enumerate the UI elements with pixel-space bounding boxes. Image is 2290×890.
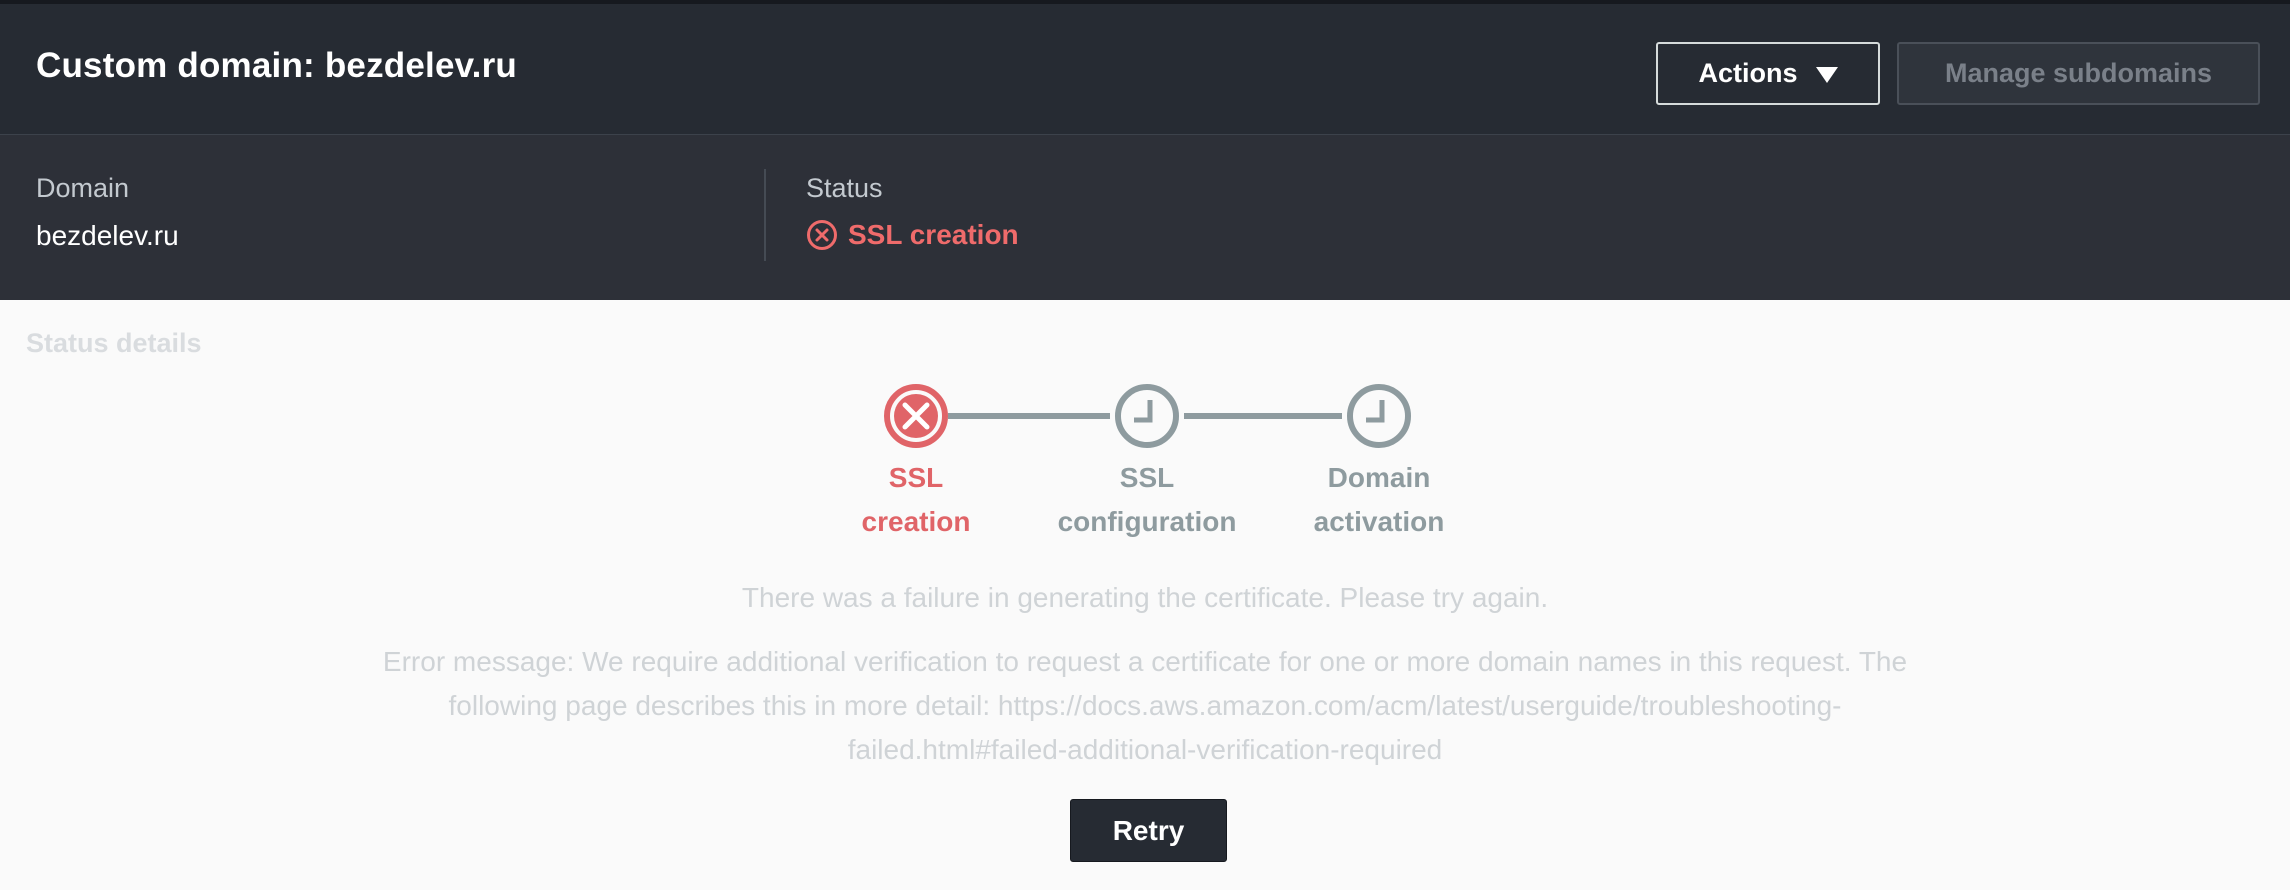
x-circle-icon <box>807 220 837 250</box>
status-value: SSL creation <box>848 219 1019 250</box>
status-label: Status <box>806 173 883 203</box>
step-label-ssl-creation: SSL creation <box>796 456 1036 544</box>
manage-subdomains-button[interactable]: Manage subdomains <box>1897 42 2260 105</box>
clock-icon <box>1347 384 1411 448</box>
actions-label: Actions <box>1698 58 1798 88</box>
page-title: Custom domain: bezdelev.ru <box>36 46 517 85</box>
retry-button[interactable]: Retry <box>1070 799 1227 862</box>
domain-summary: Domain bezdelev.ru Status SSL creation <box>0 135 2290 300</box>
summary-divider <box>764 169 766 261</box>
actions-button[interactable]: Actions <box>1656 42 1880 105</box>
step-label-line: SSL <box>888 462 944 493</box>
step-label-line: creation <box>861 506 971 537</box>
step-label-ssl-configuration: SSL configuration <box>1027 456 1267 544</box>
step-label-domain-activation: Domain activation <box>1259 456 1499 544</box>
step-error-icon <box>884 384 948 448</box>
domain-label: Domain <box>36 173 130 203</box>
page-header: Custom domain: bezdelev.ru Actions Manag… <box>0 0 2290 135</box>
domain-value: bezdelev.ru <box>36 220 179 251</box>
failure-message: There was a failure in generating the ce… <box>741 582 1549 613</box>
step-label-line: activation <box>1313 506 1445 537</box>
step-label-line: configuration <box>1057 506 1237 537</box>
error-message: Error message: We require additional ver… <box>382 646 1908 765</box>
caret-down-icon <box>1815 66 1838 83</box>
status-badge: SSL creation <box>806 219 1019 251</box>
clock-icon <box>1115 384 1179 448</box>
step-label-line: SSL <box>1119 462 1175 493</box>
status-details-title: Status details <box>26 328 202 358</box>
step-label-line: Domain <box>1327 462 1431 493</box>
